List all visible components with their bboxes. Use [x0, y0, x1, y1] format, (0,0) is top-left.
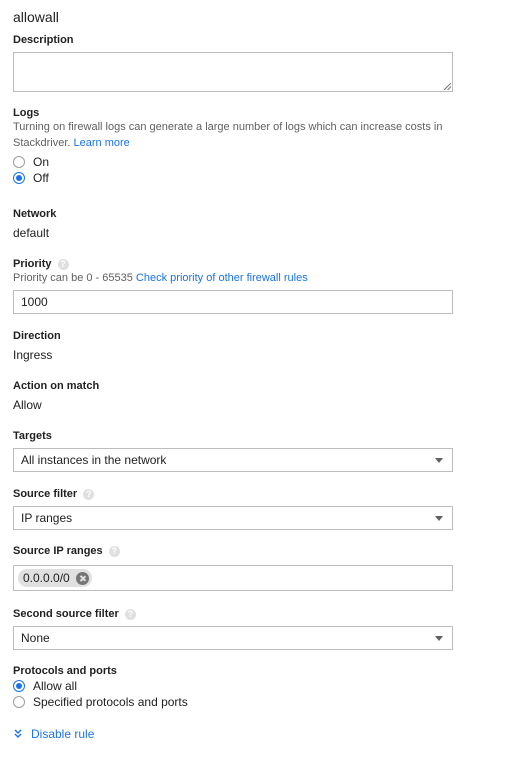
direction-value: Ingress: [13, 348, 53, 362]
targets-label: Targets: [13, 430, 52, 442]
second-source-filter-select[interactable]: None: [13, 626, 453, 650]
source-ip-ranges-label-text: Source IP ranges: [13, 545, 103, 557]
second-source-filter-label-text: Second source filter: [13, 608, 119, 620]
allow-all-label: Allow all: [33, 679, 78, 693]
priority-input[interactable]: 1000: [13, 290, 453, 314]
description-textarea[interactable]: [13, 52, 453, 92]
network-value: default: [13, 226, 50, 240]
help-icon[interactable]: ?: [124, 608, 136, 620]
check-priority-link[interactable]: Check priority of other firewall rules: [136, 272, 308, 284]
dropdown-arrow-icon: [435, 636, 443, 641]
disable-rule-link[interactable]: Disable rule: [13, 727, 94, 741]
ip-range-chip: 0.0.0.0/0: [18, 569, 92, 587]
source-ip-ranges-input[interactable]: 0.0.0.0/0: [13, 565, 453, 591]
radio-off-icon[interactable]: [13, 696, 25, 708]
logs-off-radio[interactable]: Off: [13, 170, 49, 186]
targets-select[interactable]: All instances in the network: [13, 448, 453, 472]
source-filter-label: Source filter?: [13, 488, 95, 500]
action-on-match-value: Allow: [13, 398, 42, 412]
source-filter-select[interactable]: IP ranges: [13, 506, 453, 530]
specified-protocols-label: Specified protocols and ports: [33, 695, 188, 709]
protocols-specified-radio[interactable]: Specified protocols and ports: [13, 694, 188, 710]
logs-help-line-1: Turning on firewall logs can generate a …: [13, 121, 443, 133]
source-filter-selected-value: IP ranges: [21, 511, 73, 525]
logs-help-line-2: Stackdriver.: [13, 137, 71, 149]
targets-selected-value: All instances in the network: [21, 453, 167, 467]
logs-label: Logs: [13, 107, 40, 119]
second-source-filter-selected-value: None: [21, 631, 50, 645]
double-chevron-down-icon: [14, 729, 22, 738]
protocols-allow-all-radio[interactable]: Allow all: [13, 678, 77, 694]
radio-on-icon[interactable]: [13, 680, 25, 692]
dropdown-arrow-icon: [435, 516, 443, 521]
priority-range-text: Priority can be 0 - 65535: [13, 272, 133, 284]
disable-rule-label: Disable rule: [31, 727, 95, 741]
logs-on-label: On: [33, 155, 50, 169]
radio-on-icon[interactable]: [13, 172, 25, 184]
protocols-label: Protocols and ports: [13, 665, 117, 677]
resize-grip-icon[interactable]: [444, 83, 451, 90]
action-on-match-label: Action on match: [13, 380, 100, 392]
priority-label: Priority?: [13, 258, 69, 270]
logs-off-label: Off: [33, 171, 49, 185]
help-icon[interactable]: ?: [108, 545, 120, 557]
second-source-filter-label: Second source filter?: [13, 608, 136, 620]
learn-more-link[interactable]: Learn more: [74, 137, 130, 149]
logs-on-radio[interactable]: On: [13, 154, 49, 170]
remove-chip-icon[interactable]: [75, 571, 89, 585]
network-label: Network: [13, 208, 57, 220]
description-label: Description: [13, 34, 74, 46]
priority-label-text: Priority: [13, 258, 52, 270]
help-icon[interactable]: ?: [57, 258, 69, 270]
ip-range-chip-label: 0.0.0.0/0: [23, 571, 70, 585]
help-icon[interactable]: ?: [83, 488, 95, 500]
source-filter-label-text: Source filter: [13, 488, 78, 500]
radio-off-icon[interactable]: [13, 156, 25, 168]
direction-label: Direction: [13, 330, 61, 342]
priority-help-text: Priority can be 0 - 65535 Check priority…: [13, 270, 308, 286]
rule-name: allowall: [13, 9, 59, 25]
logs-help-text: Turning on firewall logs can generate a …: [13, 119, 483, 151]
source-ip-ranges-label: Source IP ranges?: [13, 545, 120, 557]
dropdown-arrow-icon: [435, 458, 443, 463]
